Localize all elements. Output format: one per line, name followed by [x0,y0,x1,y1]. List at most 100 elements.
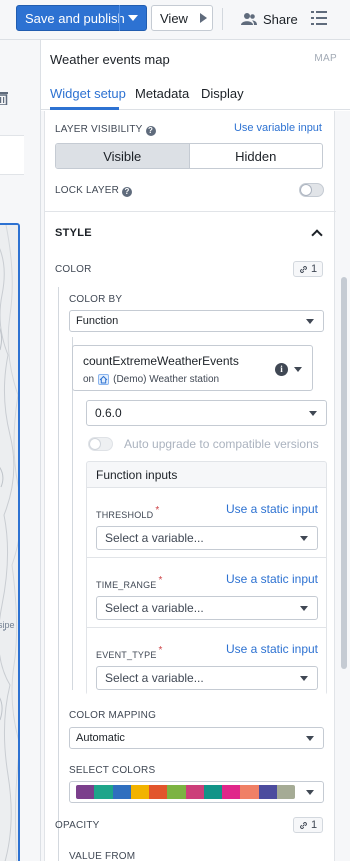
tab-widget-setup[interactable]: Widget setup [50,86,126,101]
variable-placeholder: Select a variable... [105,671,204,685]
color-link-count: 1 [310,263,318,275]
widget-type-label: MAP [314,53,337,64]
opacity-link-count: 1 [310,819,318,831]
function-input-row: TIME_RANGE * Use a static input Select a … [87,558,326,628]
toolbar-divider [222,8,223,30]
widget-config-panel: Weather events map MAP Widget setup Meta… [40,40,350,861]
color-palette-swatches [76,785,295,799]
caret-down-icon [309,411,317,416]
style-section-title: STYLE [55,227,92,239]
color-swatch [76,785,95,799]
auto-upgrade-toggle[interactable] [88,437,113,451]
people-icon [241,13,257,25]
visible-option[interactable]: Visible [56,144,190,168]
required-marker: * [158,575,163,586]
color-mapping-select[interactable]: Automatic [69,727,324,749]
map-place-label: sipe [0,620,15,630]
auto-upgrade-label: Auto upgrade to compatible versions [124,437,319,451]
color-swatch [222,785,241,799]
layer-visibility-label: LAYER VISIBILITY? [55,124,156,136]
play-icon [199,13,207,23]
function-input-row: EVENT_TYPE * Use a static input Select a … [87,628,326,698]
lock-layer-text: LOCK LAYER [55,185,120,196]
share-button[interactable]: Share [241,8,301,30]
opacity-link-badge[interactable]: 1 [293,817,323,833]
object-type-icon [98,374,110,385]
save-options-dropdown[interactable] [120,15,146,21]
function-object-name: (Demo) Weather station [113,374,220,385]
color-by-value: Function [76,315,119,327]
section-divider [45,211,336,212]
selected-map-widget[interactable]: sipe [0,223,20,861]
function-version-select[interactable]: 0.6.0 [86,400,327,426]
hidden-option[interactable]: Hidden [190,144,323,168]
use-static-input-link[interactable]: Use a static input [226,572,318,586]
function-name: countExtremeWeatherEvents [83,354,239,368]
use-static-input-link[interactable]: Use a static input [226,642,318,656]
layer-config-card: LAYER VISIBILITY? Use variable input Vis… [44,111,336,861]
input-name-text: TIME_RANGE [96,580,157,590]
variable-placeholder: Select a variable... [105,531,204,545]
caret-down-icon [300,606,308,611]
top-toolbar: Save and publish View Share [0,0,350,40]
required-marker: * [155,505,160,516]
visibility-segmented-control: Visible Hidden [55,143,323,169]
input-name-text: EVENT_TYPE [96,650,157,660]
event-type-variable-select[interactable]: Select a variable... [96,666,318,690]
value-from-label: VALUE FROM [69,851,136,861]
select-colors-label: SELECT COLORS [69,765,156,776]
color-by-select[interactable]: Function [69,310,324,332]
color-swatch [240,785,259,799]
color-swatch [185,785,204,799]
use-static-input-link[interactable]: Use a static input [226,502,318,516]
tab-display[interactable]: Display [201,86,244,101]
trash-icon[interactable] [0,91,8,105]
layer-visibility-text: LAYER VISIBILITY [55,124,143,135]
color-swatch [130,785,149,799]
color-label: COLOR [55,264,92,275]
widget-title[interactable]: Weather events map [50,52,170,67]
color-swatch [167,785,186,799]
panel-tabs: Widget setup Metadata Display [41,78,350,110]
variable-placeholder: Select a variable... [105,601,204,615]
scrollbar-thumb[interactable] [341,277,347,669]
input-name-label: EVENT_TYPE * [96,645,163,661]
use-variable-input-link[interactable]: Use variable input [234,122,322,134]
color-swatch [276,785,295,799]
info-icon[interactable]: i [275,363,288,376]
color-nesting-line [58,287,59,861]
help-icon[interactable]: ? [145,126,156,136]
color-link-badge[interactable]: 1 [293,261,323,277]
share-label: Share [263,11,298,27]
active-tab-indicator [50,107,119,110]
view-button[interactable]: View [151,5,213,31]
time-range-variable-select[interactable]: Select a variable... [96,596,318,620]
function-inputs-title: Function inputs [87,462,326,488]
chevron-up-icon[interactable] [311,229,323,241]
properties-list-icon[interactable] [311,10,327,26]
color-mapping-value: Automatic [76,732,125,744]
color-swatch [112,785,131,799]
required-marker: * [158,645,163,656]
function-on-text: on [83,374,95,385]
tab-metadata[interactable]: Metadata [135,86,189,101]
color-swatch [94,785,113,799]
save-and-publish-button[interactable]: Save and publish [16,5,147,31]
color-mapping-label: COLOR MAPPING [69,710,157,721]
caret-down-icon [294,367,302,372]
function-select[interactable]: countExtremeWeatherEvents on (Demo) Weat… [72,345,313,391]
map-toolbar-card [0,135,24,175]
color-swatch [258,785,277,799]
lock-layer-toggle[interactable] [299,183,324,197]
input-name-label: THRESHOLD * [96,505,159,521]
map-terrain [0,225,18,861]
caret-down-icon [300,676,308,681]
caret-down-icon [300,536,308,541]
auto-upgrade-row: Auto upgrade to compatible versions [88,437,319,451]
threshold-variable-select[interactable]: Select a variable... [96,526,318,550]
help-icon[interactable]: ? [122,187,133,197]
color-by-label: COLOR BY [69,294,123,305]
caret-down-icon [306,319,314,324]
function-inputs-panel: Function inputs THRESHOLD * Use a static … [86,461,327,698]
panel-header: Weather events map MAP [41,40,350,78]
